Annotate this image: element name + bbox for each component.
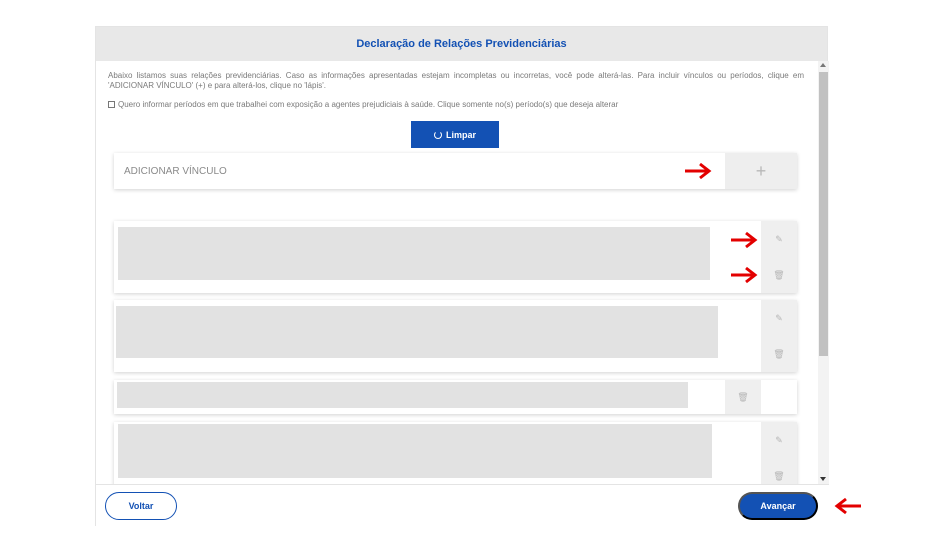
- relations-dialog: Declaração de Relações Previdenciárias A…: [95, 26, 829, 527]
- pencil-icon[interactable]: ✎: [775, 435, 783, 445]
- dialog-title: Declaração de Relações Previdenciárias: [356, 38, 567, 50]
- trash-icon[interactable]: 🗑: [737, 392, 748, 402]
- scroll-up-icon[interactable]: [820, 63, 826, 67]
- next-button[interactable]: Avançar: [738, 492, 818, 520]
- exposure-label: Quero informar períodos em que trabalhei…: [118, 100, 619, 109]
- trash-icon[interactable]: 🗑: [773, 349, 784, 359]
- vinculo-card: ✎ 🗑: [114, 300, 797, 372]
- scroll-thumb[interactable]: [819, 72, 828, 356]
- refresh-icon: [433, 130, 442, 139]
- vinculo-content: [117, 382, 688, 408]
- vinculo-actions: ✎ 🗑: [761, 300, 797, 372]
- intro-text: Abaixo listamos suas relações previdenci…: [108, 71, 804, 90]
- clear-button[interactable]: Limpar: [411, 121, 499, 148]
- vinculo-actions: ✎ 🗑: [761, 221, 797, 293]
- pencil-icon[interactable]: ✎: [775, 234, 783, 244]
- add-vinculo-button[interactable]: +: [725, 153, 797, 189]
- dialog-header: Declaração de Relações Previdenciárias: [96, 27, 827, 61]
- dialog-body: Abaixo listamos suas relações previdenci…: [96, 61, 829, 484]
- annotation-arrow-icon: [731, 266, 758, 284]
- vinculo-card: ✎ 🗑: [114, 221, 797, 293]
- annotation-arrow-icon: [685, 162, 712, 180]
- exposure-option[interactable]: Quero informar períodos em que trabalhei…: [108, 100, 804, 109]
- vinculo-content: [118, 227, 710, 280]
- vinculo-card: 🗑: [114, 380, 797, 414]
- plus-icon: +: [755, 160, 767, 181]
- vinculo-actions: ✎ 🗑: [761, 422, 797, 484]
- vinculo-actions: 🗑: [725, 380, 761, 414]
- vinculo-content: [116, 306, 718, 358]
- trash-icon[interactable]: 🗑: [773, 471, 784, 481]
- exposure-checkbox[interactable]: [108, 101, 115, 108]
- trash-icon[interactable]: 🗑: [773, 270, 784, 280]
- back-button[interactable]: Voltar: [105, 492, 177, 520]
- add-vinculo-label: ADICIONAR VÍNCULO: [124, 165, 227, 177]
- vertical-scrollbar[interactable]: [818, 61, 829, 484]
- dialog-footer: Voltar Avançar: [96, 484, 829, 527]
- scroll-down-icon[interactable]: [820, 477, 826, 481]
- pencil-icon[interactable]: ✎: [775, 313, 783, 323]
- clear-button-label: Limpar: [445, 129, 476, 140]
- vinculo-content: [118, 424, 712, 478]
- annotation-arrow-icon: [834, 497, 861, 515]
- vinculo-card: ✎ 🗑: [114, 422, 797, 484]
- annotation-arrow-icon: [731, 231, 758, 249]
